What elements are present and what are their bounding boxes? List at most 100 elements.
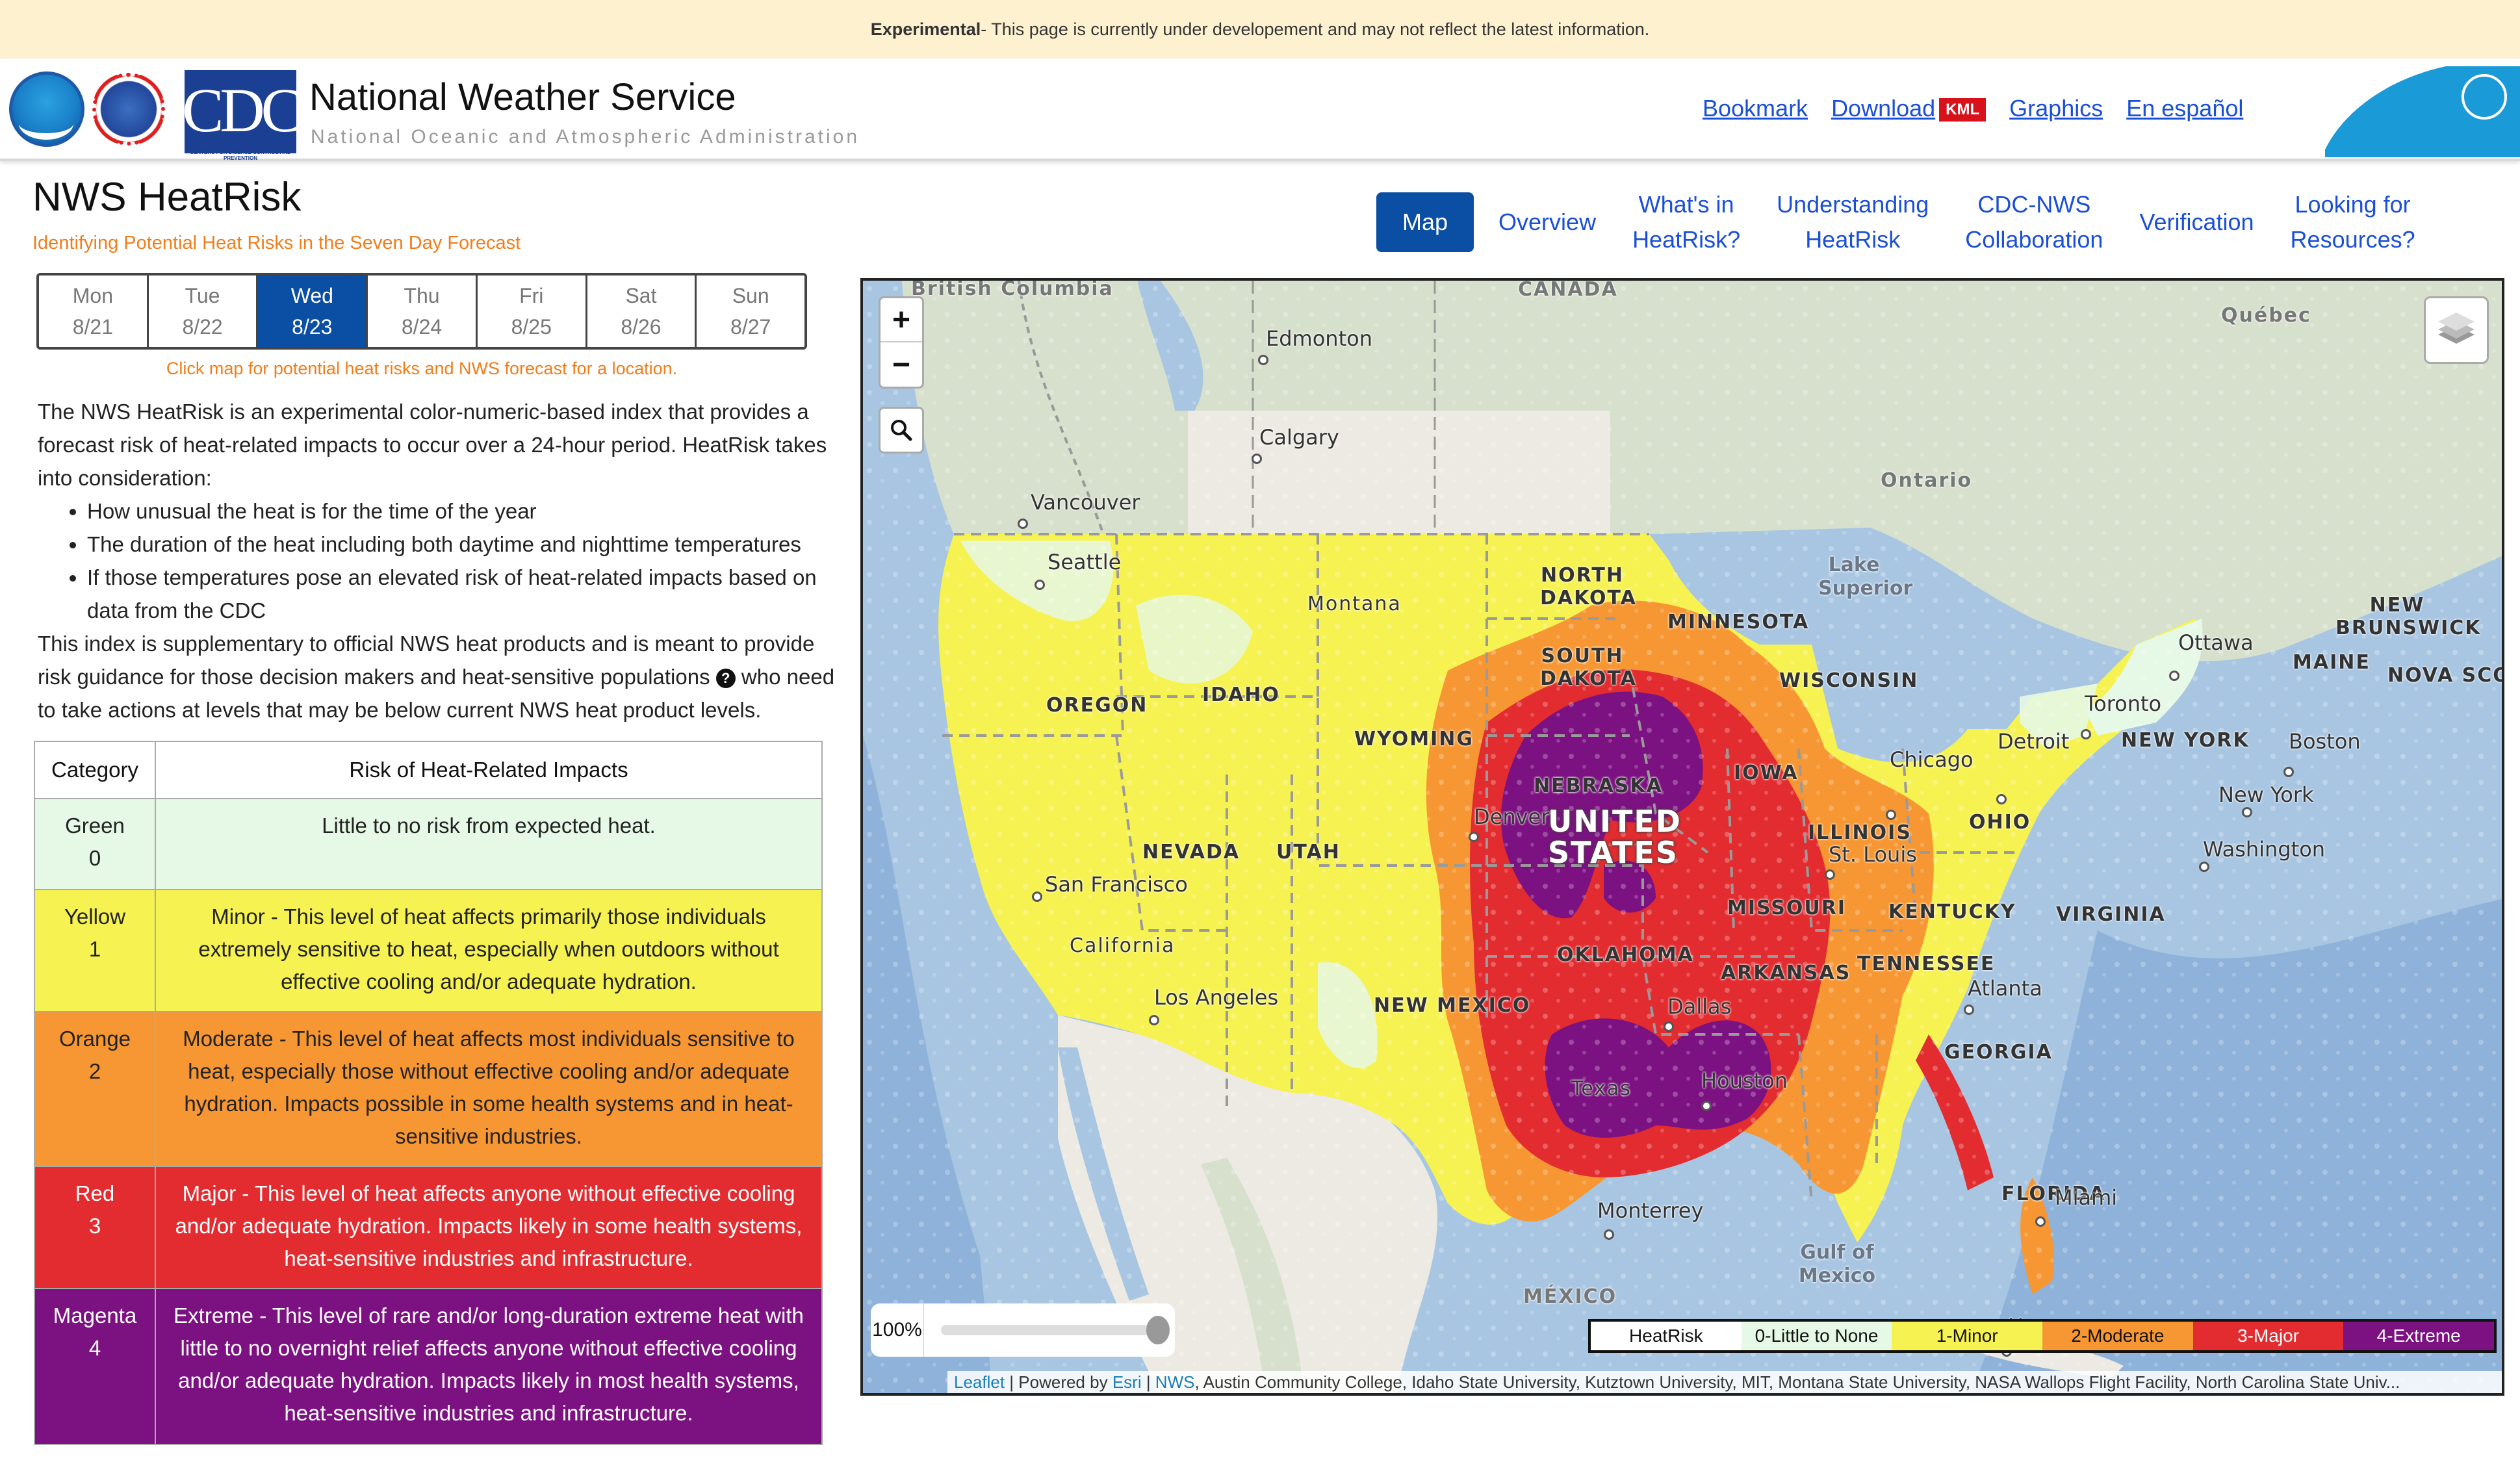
label-nebraska: NEBRASKA: [1534, 775, 1663, 797]
site-title[interactable]: National Weather Service: [309, 75, 736, 119]
opacity-slider-handle[interactable]: [1146, 1316, 1170, 1344]
description-bullets: How unusual the heat is for the time of …: [87, 494, 837, 627]
day-name: Thu: [404, 284, 440, 307]
nav-cdc-nws-collaboration[interactable]: CDC-NWS Collaboration: [1947, 187, 2121, 257]
label-wyoming: WYOMING: [1354, 728, 1474, 750]
day-tab-sun[interactable]: Sun 8/27: [697, 276, 804, 347]
outro-text: This index is supplementary to official …: [38, 632, 815, 689]
day-tab-fri[interactable]: Fri 8/25: [477, 276, 587, 347]
city-marker[interactable]: [1964, 1005, 1974, 1015]
description-intro: The NWS HeatRisk is an experimental colo…: [38, 400, 827, 490]
city-marker[interactable]: [1018, 519, 1028, 529]
nav-understanding-heatrisk[interactable]: Understanding HeatRisk: [1758, 187, 1947, 257]
map-search-button[interactable]: [879, 407, 924, 454]
cdc-logo[interactable]: CDC: [185, 70, 296, 153]
header-risk: Risk of Heat-Related Impacts: [155, 741, 823, 799]
nav-verification[interactable]: Verification: [2121, 205, 2272, 240]
bullet-item: How unusual the heat is for the time of …: [87, 494, 837, 528]
click-map-note: Click map for potential heat risks and N…: [166, 359, 678, 378]
day-date: 8/23: [292, 315, 333, 339]
legend-item-4: 4-Extreme: [2343, 1322, 2495, 1350]
label-kentucky: KENTUCKY: [1888, 901, 2016, 923]
noaa-logo[interactable]: [9, 71, 84, 147]
zoom-control: + −: [879, 296, 924, 389]
label-new-mexico: NEW MEXICO: [1374, 994, 1531, 1017]
day-date: 8/26: [621, 315, 662, 339]
label-north-dakota: NORTH DAKOTA: [1540, 564, 1637, 609]
nws-logo[interactable]: [92, 73, 165, 146]
city-marker[interactable]: [1701, 1101, 1712, 1111]
layers-control[interactable]: [2424, 296, 2489, 364]
city-marker[interactable]: [1664, 1021, 1674, 1032]
day-selector: Mon 8/21 Tue 8/22 Wed 8/23 Thu 8/24 Fri 8/25 …: [36, 273, 807, 350]
day-date: 8/27: [730, 315, 771, 339]
bookmark-link[interactable]: Bookmark: [1703, 95, 1808, 122]
risk-category-table: Category Risk of Heat-Related Impacts Gr…: [34, 741, 823, 1445]
nav-overview[interactable]: Overview: [1480, 205, 1614, 240]
day-tab-mon[interactable]: Mon 8/21: [39, 276, 149, 347]
day-date: 8/24: [401, 315, 443, 339]
category-level: 2: [88, 1059, 101, 1083]
label-south-dakota: SOUTH DAKOTA: [1540, 645, 1637, 690]
city-marker[interactable]: [2283, 767, 2294, 777]
city-marker[interactable]: [2169, 671, 2179, 681]
city-san-francisco: San Francisco: [1045, 872, 1188, 897]
legend-item-1: 1-Minor: [1892, 1322, 2043, 1350]
day-name: Mon: [72, 284, 113, 307]
category-level: 4: [88, 1336, 101, 1360]
esri-link[interactable]: Esri: [1112, 1372, 1142, 1392]
city-marker[interactable]: [1258, 355, 1268, 365]
city-marker[interactable]: [1035, 580, 1045, 590]
city-marker[interactable]: [1469, 832, 1479, 842]
label-maine: MAINE: [2293, 651, 2371, 674]
opacity-control: 100%: [871, 1303, 1175, 1357]
city-marker[interactable]: [1886, 810, 1896, 820]
risk-cell: Little to no risk from expected heat.: [155, 798, 823, 890]
heatrisk-map[interactable]: British Columbia CANADA Québec Ontario M…: [860, 278, 2504, 1396]
day-tab-tue[interactable]: Tue 8/22: [148, 276, 259, 347]
city-marker[interactable]: [1996, 794, 2007, 804]
nav-map[interactable]: Map: [1376, 192, 1474, 252]
label-lake-superior: Lake Superior: [1818, 554, 1913, 600]
graphics-link[interactable]: Graphics: [2009, 95, 2103, 122]
header-links: Bookmark Download KML Graphics En español: [1703, 95, 2243, 122]
city-los-angeles: Los Angeles: [1154, 985, 1279, 1010]
leaflet-link[interactable]: Leaflet: [954, 1372, 1005, 1392]
nav-whats-in-heatrisk[interactable]: What's in HeatRisk?: [1614, 187, 1758, 257]
day-tab-wed[interactable]: Wed 8/23: [258, 276, 368, 347]
day-name: Tue: [185, 284, 220, 307]
city-marker[interactable]: [1032, 891, 1042, 902]
risk-cell: Major - This level of heat affects anyon…: [155, 1166, 823, 1289]
day-tab-sat[interactable]: Sat 8/26: [587, 276, 697, 347]
city-marker[interactable]: [1825, 869, 1835, 880]
zoom-in-button[interactable]: +: [881, 298, 922, 342]
nws-link[interactable]: NWS: [1155, 1372, 1195, 1392]
label-ohio: OHIO: [1969, 811, 2031, 834]
label-canada: CANADA: [1518, 278, 1618, 301]
download-kml-link[interactable]: Download KML: [1831, 95, 1986, 122]
city-marker[interactable]: [2199, 862, 2209, 872]
category-cell: Green 0: [34, 798, 156, 890]
city-marker[interactable]: [2242, 807, 2252, 817]
city-marker[interactable]: [2035, 1216, 2046, 1227]
city-marker[interactable]: [1149, 1015, 1159, 1025]
table-row-red: Red 3 Major - This level of heat affects …: [34, 1166, 823, 1289]
label-british-columbia: British Columbia: [911, 278, 1114, 300]
city-marker[interactable]: [1604, 1229, 1614, 1240]
nws-swoosh-graphic: [2325, 66, 2520, 157]
day-tab-thu[interactable]: Thu 8/24: [368, 276, 478, 347]
opacity-slider[interactable]: [941, 1316, 1170, 1344]
legend-item-2: 2-Moderate: [2042, 1322, 2193, 1350]
label-virginia: VIRGINIA: [2056, 903, 2166, 926]
question-circle-icon[interactable]: ?: [715, 669, 736, 689]
city-marker[interactable]: [1252, 454, 1262, 464]
city-monterrey: Monterrey: [1597, 1198, 1704, 1223]
label-united-states: UNITED STATES: [1548, 804, 1682, 870]
day-name: Fri: [519, 284, 544, 307]
nav-looking-for-resources[interactable]: Looking for Resources?: [2272, 187, 2434, 257]
layers-icon: [2438, 313, 2475, 344]
zoom-out-button[interactable]: −: [881, 342, 922, 387]
spanish-link[interactable]: En español: [2126, 95, 2243, 122]
legend-title: HeatRisk: [1591, 1322, 1742, 1350]
city-marker[interactable]: [2081, 729, 2091, 739]
